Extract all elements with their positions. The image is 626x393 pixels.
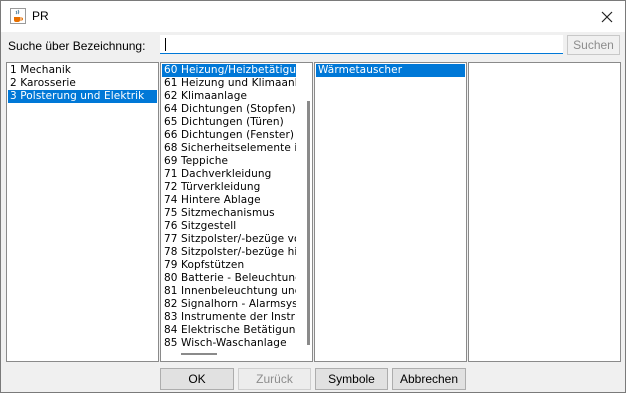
list-item[interactable]: 68 Sicherheitselemente innen — [162, 142, 296, 155]
list-item[interactable]: 66 Dichtungen (Fenster) — [162, 129, 296, 142]
cancel-button[interactable]: Abbrechen — [392, 368, 466, 390]
list-item[interactable]: 62 Klimaanlage — [162, 90, 296, 103]
java-cup-icon — [10, 8, 26, 24]
window-title: PR — [32, 9, 49, 23]
list-item[interactable]: 85 Wisch-Waschanlage — [162, 337, 296, 350]
list-item[interactable]: 81 Innenbeleuchtung und R — [162, 285, 296, 298]
list-item[interactable]: 64 Dichtungen (Stopfen) — [162, 103, 296, 116]
search-input[interactable] — [160, 35, 563, 54]
list-item[interactable]: 61 Heizung und Klimaanlage — [162, 77, 296, 90]
title-bar: PR — [1, 1, 625, 32]
search-button[interactable]: Suchen — [567, 35, 620, 55]
list-group[interactable]: 60 Heizung/Heizbetätigungen61 Heizung un… — [160, 62, 313, 362]
horizontal-scrollbar[interactable] — [181, 353, 217, 355]
list-item[interactable]: 75 Sitzmechanismus — [162, 207, 296, 220]
list-item[interactable]: 65 Dichtungen (Türen) — [162, 116, 296, 129]
list-item[interactable]: 72 Türverkleidung — [162, 181, 296, 194]
list-item[interactable]: 78 Sitzpolster/-bezüge hinten — [162, 246, 296, 259]
list-detail[interactable] — [468, 62, 621, 362]
list-item[interactable]: 60 Heizung/Heizbetätigungen — [162, 64, 296, 77]
vertical-scrollbar[interactable] — [307, 101, 310, 345]
list-item[interactable]: Wärmetauscher — [316, 64, 465, 77]
list-item[interactable]: 77 Sitzpolster/-bezüge vorne — [162, 233, 296, 246]
list-item[interactable]: 82 Signalhorn - Alarmsystem — [162, 298, 296, 311]
text-caret — [165, 38, 166, 51]
list-part[interactable]: Wärmetauscher — [314, 62, 467, 362]
list-item[interactable]: 83 Instrumente der Instrumente — [162, 311, 296, 324]
close-icon[interactable] — [597, 7, 617, 27]
symbols-button[interactable]: Symbole — [315, 368, 388, 390]
list-item[interactable]: 1 Mechanik — [8, 64, 157, 77]
list-item[interactable]: 76 Sitzgestell — [162, 220, 296, 233]
search-label: Suche über Bezeichnung: — [8, 39, 146, 53]
list-item[interactable]: 69 Teppiche — [162, 155, 296, 168]
list-item[interactable]: 71 Dachverkleidung — [162, 168, 296, 181]
list-item[interactable]: 3 Polsterung und Elektrik — [8, 90, 157, 103]
dialog-window: PR Suche über Bezeichnung: Suchen 1 Mech… — [0, 0, 626, 393]
list-item[interactable]: 2 Karosserie — [8, 77, 157, 90]
list-item[interactable]: 79 Kopfstützen — [162, 259, 296, 272]
list-item[interactable]: 74 Hintere Ablage — [162, 194, 296, 207]
list-category[interactable]: 1 Mechanik 2 Karosserie 3 Polsterung und E… — [6, 62, 159, 362]
list-item[interactable]: 84 Elektrische Betätigungen — [162, 324, 296, 337]
back-button[interactable]: Zurück — [238, 368, 311, 390]
ok-button[interactable]: OK — [160, 368, 234, 390]
list-item[interactable]: 80 Batterie - Beleuchtung vorne — [162, 272, 296, 285]
